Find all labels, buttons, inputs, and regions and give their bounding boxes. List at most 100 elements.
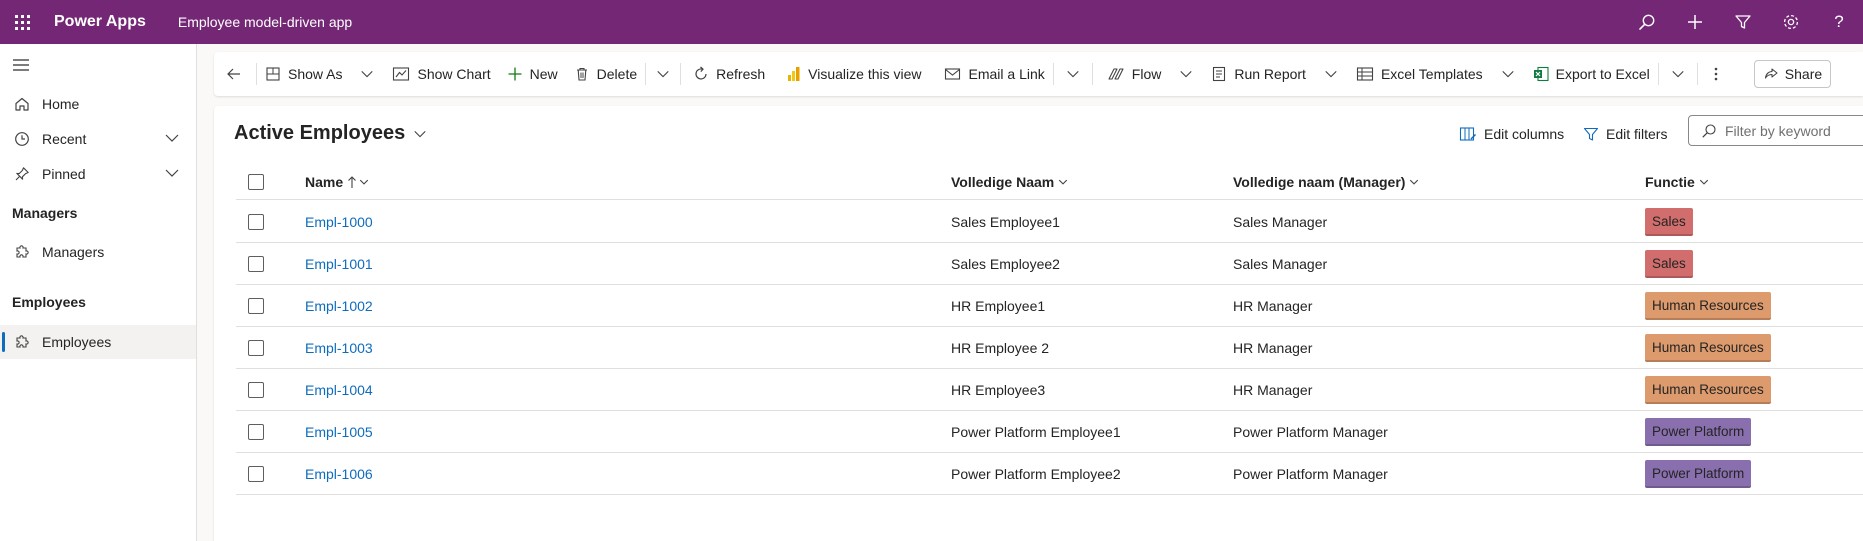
select-all-checkbox[interactable]	[248, 174, 264, 190]
sidebar-item-managers[interactable]: Managers	[0, 235, 196, 269]
chevron-down-icon	[414, 130, 426, 137]
run-report-chevron-down-icon[interactable]	[1314, 52, 1348, 96]
brand-name[interactable]: Power Apps	[54, 13, 146, 31]
record-link[interactable]: Empl-1003	[305, 327, 373, 369]
excel-icon	[1533, 66, 1549, 82]
chevron-down-icon[interactable]	[164, 130, 180, 149]
function-tag: Power Platform	[1645, 460, 1752, 488]
row-checkbox[interactable]	[248, 214, 264, 230]
record-link[interactable]: Empl-1001	[305, 243, 373, 285]
table-row[interactable]: Empl-1006 Power Platform Employee2 Power…	[236, 453, 1863, 495]
visualize-button[interactable]: Visualize this view	[773, 52, 929, 96]
sidebar-item-employees[interactable]: Employees	[0, 325, 196, 359]
edit-filters-button[interactable]: Edit filters	[1583, 122, 1667, 146]
sidebar-item-home[interactable]: Home	[0, 87, 196, 121]
grid-icon	[266, 67, 280, 81]
table-row[interactable]: Empl-1002 HR Employee1 HR Manager Human …	[236, 285, 1863, 327]
app-name[interactable]: Employee model-driven app	[178, 14, 352, 30]
column-header-name[interactable]: Name	[305, 164, 369, 200]
column-header-volledige-naam[interactable]: Volledige Naam	[951, 164, 1068, 200]
main-panel: Active Employees Edit columns Edit filte…	[214, 106, 1863, 541]
chevron-down-icon	[1059, 179, 1068, 185]
show-chart-button[interactable]: Show Chart	[384, 52, 498, 96]
app-launcher-icon[interactable]	[0, 0, 44, 44]
row-checkbox[interactable]	[248, 256, 264, 272]
help-icon[interactable]: ?	[1815, 0, 1863, 44]
chart-icon	[393, 67, 410, 81]
filter-input[interactable]	[1725, 122, 1863, 139]
sidebar-item-label: Home	[42, 96, 80, 112]
row-checkbox[interactable]	[248, 466, 264, 482]
row-checkbox[interactable]	[248, 382, 264, 398]
share-button[interactable]: Share	[1753, 60, 1832, 88]
more-options-icon[interactable]	[1698, 52, 1734, 96]
hamburger-icon[interactable]	[12, 58, 30, 72]
record-link[interactable]: Empl-1002	[305, 285, 373, 327]
top-bar: Power Apps Employee model-driven app ?	[0, 0, 1863, 44]
flow-chevron-down-icon[interactable]	[1169, 52, 1203, 96]
row-checkbox[interactable]	[248, 424, 264, 440]
filter-icon[interactable]	[1719, 0, 1767, 44]
cell-manager: HR Manager	[1233, 298, 1313, 314]
show-as-button[interactable]: Show As	[257, 52, 350, 96]
filter-by-keyword-field[interactable]	[1688, 115, 1863, 146]
cell-manager: HR Manager	[1233, 340, 1313, 356]
function-tag: Power Platform	[1645, 418, 1752, 446]
column-header-manager[interactable]: Volledige naam (Manager)	[1233, 164, 1419, 200]
chevron-down-icon	[1410, 179, 1419, 185]
record-link[interactable]: Empl-1000	[305, 201, 373, 243]
email-chevron-down-icon[interactable]	[1054, 52, 1092, 96]
delete-button[interactable]: Delete	[566, 52, 645, 96]
function-tag: Sales	[1645, 250, 1693, 278]
gear-icon[interactable]	[1767, 0, 1815, 44]
row-checkbox[interactable]	[248, 298, 264, 314]
excel-templates-button[interactable]: Excel Templates	[1348, 52, 1491, 96]
flow-button[interactable]: Flow	[1093, 52, 1170, 96]
plus-icon[interactable]	[1671, 0, 1719, 44]
sidebar-item-recent[interactable]: Recent	[0, 122, 196, 156]
view-selector[interactable]: Active Employees	[234, 122, 427, 145]
column-header-functie[interactable]: Functie	[1645, 164, 1709, 200]
record-link[interactable]: Empl-1005	[305, 411, 373, 453]
puzzle-icon	[12, 242, 32, 262]
function-tag: Human Resources	[1645, 376, 1771, 404]
run-report-button[interactable]: Run Report	[1203, 52, 1314, 96]
delete-chevron-down-icon[interactable]	[646, 52, 680, 96]
cell-manager: Sales Manager	[1233, 214, 1328, 230]
cell-full-name: Sales Employee2	[951, 256, 1060, 272]
edit-columns-button[interactable]: Edit columns	[1459, 122, 1564, 146]
cell-full-name: Sales Employee1	[951, 214, 1060, 230]
sidebar-group-title: Managers	[12, 205, 78, 221]
new-button[interactable]: New	[499, 52, 566, 96]
plus-icon	[508, 67, 522, 81]
record-link[interactable]: Empl-1004	[305, 369, 373, 411]
sidebar-group-title: Employees	[12, 294, 86, 310]
cell-manager: Power Platform Manager	[1233, 466, 1388, 482]
table-row[interactable]: Empl-1003 HR Employee 2 HR Manager Human…	[236, 327, 1863, 369]
excel-templates-chevron-down-icon[interactable]	[1491, 52, 1525, 96]
table-row[interactable]: Empl-1000 Sales Employee1 Sales Manager …	[236, 201, 1863, 243]
table-row[interactable]: Empl-1004 HR Employee3 HR Manager Human …	[236, 369, 1863, 411]
chevron-down-icon[interactable]	[164, 165, 180, 184]
grid-header: Name Volledige Naam Volledige naam (Mana…	[236, 164, 1863, 200]
email-link-button[interactable]: Email a Link	[930, 52, 1053, 96]
export-excel-button[interactable]: Export to Excel	[1525, 52, 1658, 96]
search-icon[interactable]	[1623, 0, 1671, 44]
sidebar-item-label: Employees	[42, 334, 112, 350]
cell-manager: Power Platform Manager	[1233, 424, 1388, 440]
refresh-button[interactable]: Refresh	[681, 52, 773, 96]
refresh-icon	[695, 66, 707, 80]
sort-ascending-icon	[348, 176, 357, 188]
function-tag: Human Resources	[1645, 292, 1771, 320]
row-checkbox[interactable]	[248, 340, 264, 356]
show-as-chevron-down-icon[interactable]	[350, 52, 384, 96]
table-row[interactable]: Empl-1001 Sales Employee2 Sales Manager …	[236, 243, 1863, 285]
record-link[interactable]: Empl-1006	[305, 453, 373, 495]
trash-icon	[576, 67, 587, 81]
sidebar-item-pinned[interactable]: Pinned	[0, 157, 196, 191]
cell-full-name: Power Platform Employee2	[951, 466, 1121, 482]
clock-icon	[12, 129, 32, 149]
table-row[interactable]: Empl-1005 Power Platform Employee1 Power…	[236, 411, 1863, 453]
back-button[interactable]	[214, 52, 256, 96]
export-chevron-down-icon[interactable]	[1659, 52, 1697, 96]
